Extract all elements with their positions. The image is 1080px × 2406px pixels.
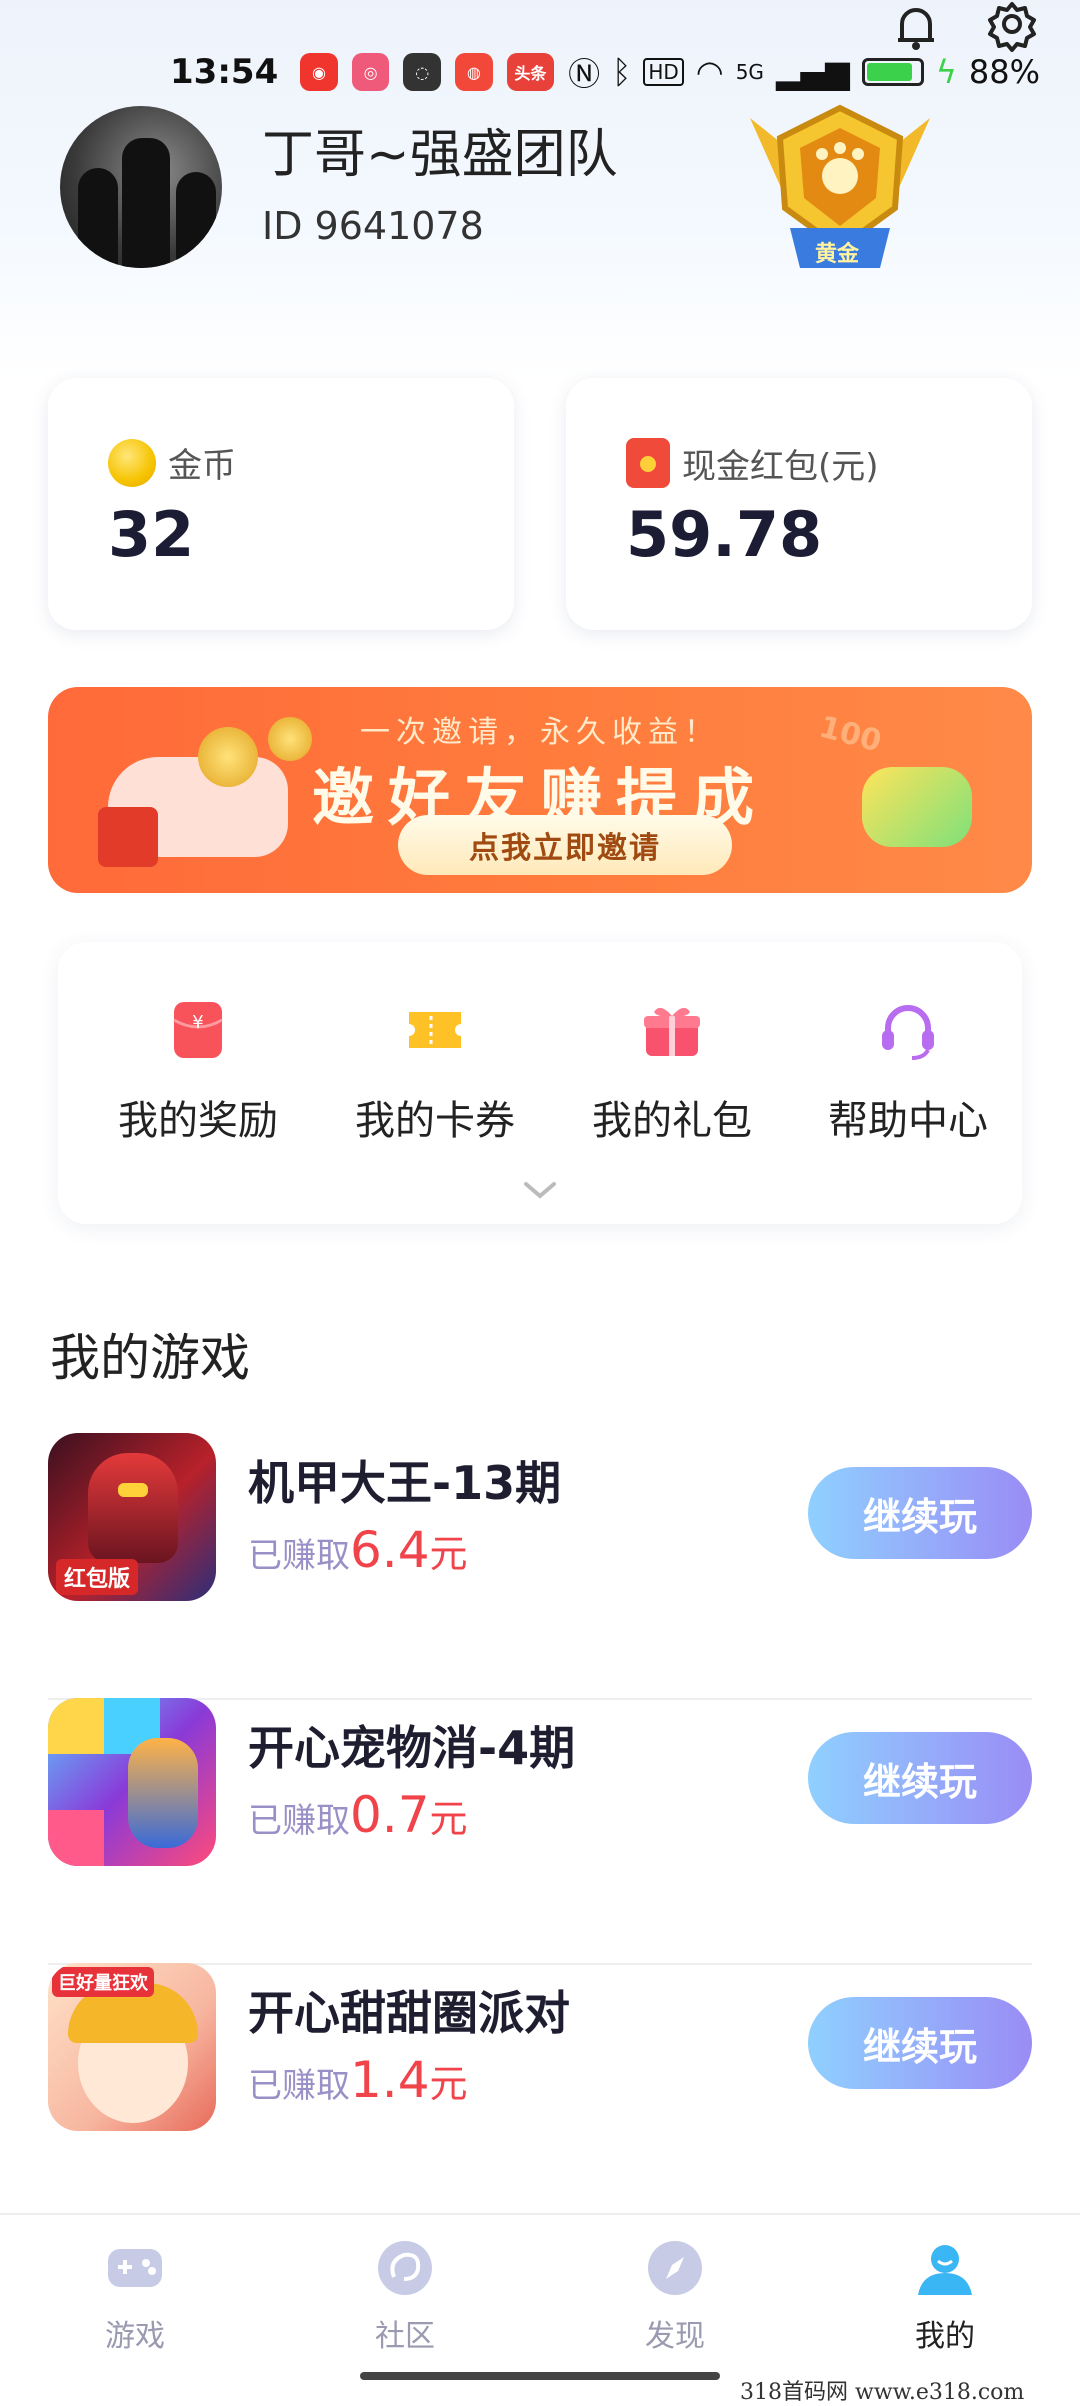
nav-tab-mine[interactable]: 我的 — [865, 2237, 1025, 2355]
menu-label: 我的礼包 — [592, 1098, 752, 1144]
menu-label: 我的卡券 — [355, 1098, 515, 1144]
network-type: 5G — [735, 60, 764, 84]
compass-icon — [648, 2241, 702, 2295]
game-thumbnail[interactable]: 红包版 — [48, 1433, 216, 1601]
toutiao-icon: 头条 — [506, 53, 555, 91]
cash-label-row: 现金红包(元) — [626, 438, 879, 488]
banner-subtitle: 一次邀请，永久收益！ — [360, 715, 720, 750]
coins-value: 32 — [108, 498, 195, 571]
nav-label: 社区 — [375, 2319, 435, 2354]
headset-icon — [882, 1005, 934, 1060]
quick-menu: ¥ 我的奖励 我的卡券 我的礼包 帮助中心 — [58, 942, 1022, 1224]
watermark: 318首码网 www.e318.com — [740, 2380, 1025, 2405]
profile-icon — [918, 2245, 972, 2295]
menu-item-rewards[interactable]: ¥ 我的奖励 — [98, 998, 298, 1146]
continue-play-button[interactable]: 继续玩 — [808, 1732, 1032, 1824]
thumb-tag: 红包版 — [56, 1559, 139, 1595]
earned-unit: 元 — [429, 1797, 468, 1841]
status-time: 13:54 — [170, 52, 279, 92]
wifi-icon: ◠ — [695, 53, 724, 91]
game-thumbnail[interactable] — [48, 1698, 216, 1866]
coins-label-row: 金币 — [108, 438, 236, 487]
charging-icon: ϟ — [935, 53, 957, 91]
red-envelope-icon: ¥ — [173, 1002, 223, 1058]
earned-prefix: 已赚取 — [248, 1536, 350, 1576]
game-earned: 已赚取0.7元 — [248, 1786, 468, 1844]
menu-item-gift-packs[interactable]: 我的礼包 — [572, 998, 772, 1146]
chevron-down-icon[interactable] — [520, 1178, 560, 1202]
coins-label: 金币 — [168, 446, 236, 486]
bluetooth-icon: ᛒ — [612, 53, 632, 91]
camera-app-icon: ◍ — [455, 53, 493, 91]
game-thumbnail[interactable]: 巨好量狂欢 — [48, 1963, 216, 2131]
menu-item-coupons[interactable]: 我的卡券 — [335, 998, 535, 1146]
gamepad-icon — [108, 2249, 162, 2287]
weibo-icon: ◉ — [300, 53, 338, 91]
nav-label: 发现 — [645, 2319, 705, 2354]
avatar[interactable] — [60, 106, 222, 268]
app-notification-icon: ◎ — [351, 53, 390, 91]
username: 丁哥~强盛团队 — [262, 125, 618, 185]
earned-amount: 0.7 — [350, 1786, 430, 1844]
nav-label: 我的 — [915, 2319, 975, 2354]
game-earned: 已赚取1.4元 — [248, 2051, 468, 2109]
game-name: 机甲大王-13期 — [248, 1456, 562, 1510]
signal-icon: ▂▄▆ — [775, 53, 850, 91]
home-indicator[interactable] — [360, 2372, 720, 2380]
game-earned: 已赚取6.4元 — [248, 1521, 468, 1579]
nav-tab-community[interactable]: 社区 — [325, 2237, 485, 2355]
gold-coin-icon — [108, 438, 156, 487]
hd-icon: HD — [643, 58, 684, 86]
badge-label: 黄金 — [815, 242, 860, 267]
invite-banner[interactable]: 100 一次邀请，永久收益！ 邀好友赚提成 点我立即邀请 — [48, 687, 1032, 893]
nfc-icon: Ⓝ — [568, 55, 601, 93]
earned-unit: 元 — [429, 1532, 468, 1576]
nav-tab-discover[interactable]: 发现 — [595, 2237, 755, 2355]
earned-unit: 元 — [429, 2062, 468, 2106]
menu-label: 帮助中心 — [828, 1098, 988, 1144]
status-right-group: Ⓝ ᛒ HD ◠ 5G ▂▄▆ ϟ 88% — [568, 49, 1040, 95]
game-item: 开心宠物消-4期 已赚取0.7元 继续玩 — [48, 1698, 1032, 1965]
game-name: 开心宠物消-4期 — [248, 1721, 576, 1775]
earned-amount: 1.4 — [350, 2051, 430, 2109]
status-bar: 13:54 ◉ ◎ ◌ ◍ 头条 Ⓝ ᛒ HD ◠ 5G ▂▄▆ ϟ 88% — [170, 48, 1040, 96]
user-id: ID 9641078 — [262, 204, 484, 248]
cash-card[interactable]: 现金红包(元) 59.78 — [566, 378, 1032, 630]
earned-prefix: 已赚取 — [248, 2066, 350, 2106]
earned-amount: 6.4 — [350, 1521, 430, 1579]
continue-play-button[interactable]: 继续玩 — [808, 1467, 1032, 1559]
cash-value: 59.78 — [626, 498, 823, 571]
nav-label: 游戏 — [105, 2319, 165, 2354]
game-item: 红包版 机甲大王-13期 已赚取6.4元 继续玩 — [48, 1433, 1032, 1700]
menu-item-help-center[interactable]: 帮助中心 — [808, 998, 1008, 1146]
game-name: 开心甜甜圈派对 — [248, 1986, 570, 2040]
cash-label: 现金红包(元) — [682, 446, 879, 487]
continue-play-button[interactable]: 继续玩 — [808, 1997, 1032, 2089]
ticket-icon — [409, 1012, 461, 1048]
battery-percent: 88% — [968, 53, 1040, 91]
invite-button[interactable]: 点我立即邀请 — [398, 815, 732, 875]
gold-level-badge[interactable]: 黄金 — [730, 98, 950, 278]
thumb-tag: 巨好量狂欢 — [52, 1967, 154, 1997]
nav-tab-games[interactable]: 游戏 — [55, 2237, 215, 2355]
red-packet-icon — [626, 438, 670, 488]
chat-icon: ◌ — [403, 53, 442, 91]
community-icon — [378, 2241, 432, 2295]
gift-icon — [644, 1007, 700, 1056]
svg-text:¥: ¥ — [192, 1012, 203, 1033]
game-item: 巨好量狂欢 开心甜甜圈派对 已赚取1.4元 继续玩 — [48, 1963, 1032, 2230]
coins-card[interactable]: 金币 32 — [48, 378, 514, 630]
menu-label: 我的奖励 — [118, 1098, 278, 1144]
my-games-title: 我的游戏 — [50, 1329, 250, 1387]
earned-prefix: 已赚取 — [248, 1801, 350, 1841]
battery-icon — [861, 58, 924, 86]
